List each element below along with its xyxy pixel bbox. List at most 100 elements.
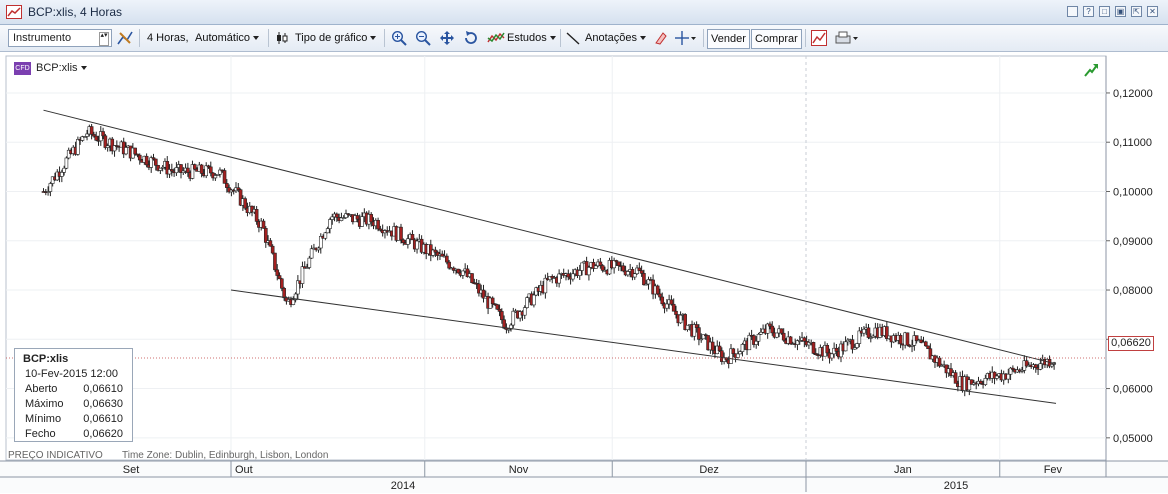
candle-body: [186, 167, 190, 173]
candle-body: [410, 234, 415, 241]
pan-icon[interactable]: [439, 30, 455, 50]
chart-app-icon: [6, 5, 22, 19]
candle-body: [208, 166, 213, 174]
candle-body: [273, 252, 277, 271]
candle-body: [571, 273, 575, 280]
price-chart[interactable]: 0,120000,110000,100000,090000,080000,070…: [0, 52, 1168, 494]
candle-body: [926, 345, 930, 350]
candle-body: [898, 335, 903, 345]
candle-body: [788, 336, 793, 345]
candle-body: [153, 158, 158, 166]
instrument-list-icon[interactable]: ▴▾: [99, 32, 109, 46]
candle-body: [642, 273, 646, 286]
zoom-in-icon[interactable]: [391, 30, 407, 50]
trend-up-icon: [1084, 64, 1098, 77]
candle-body: [598, 261, 603, 266]
candle-body: [843, 341, 848, 352]
candle-body: [740, 344, 745, 352]
maximize-icon[interactable]: □: [1099, 6, 1110, 17]
studies-icon: [487, 32, 505, 43]
candle-body: [983, 378, 988, 385]
candle-body: [461, 270, 465, 276]
candle-body: [76, 139, 80, 155]
float-icon[interactable]: ⇱: [1131, 6, 1142, 17]
eraser-icon[interactable]: [652, 30, 668, 50]
candle-body: [1033, 364, 1038, 368]
instrument-search-input[interactable]: Instrumento ▴▾: [8, 29, 112, 47]
zoom-out-icon[interactable]: [415, 30, 431, 50]
candle-body: [94, 135, 99, 141]
x-month-label: Fev: [1044, 464, 1063, 476]
x-month-label: Nov: [509, 464, 529, 476]
candle-body: [855, 343, 859, 348]
candle-body: [282, 287, 286, 299]
candle-body: [758, 331, 763, 335]
y-tick-label: 0,09000: [1113, 236, 1153, 248]
candle-body: [543, 277, 548, 294]
candle-body: [60, 172, 64, 177]
candle-body: [64, 157, 69, 169]
candle-body: [756, 333, 761, 342]
candle-body: [616, 261, 621, 266]
x-month-label: Set: [123, 464, 140, 476]
chart-instrument-label[interactable]: BCP:xlis: [36, 62, 87, 74]
ohlc-row-open: Aberto 0,06610: [25, 383, 123, 395]
candle-body: [781, 332, 786, 341]
ohlc-info-panel: BCP:xlis 10-Fev-2015 12:00 Aberto 0,06610…: [14, 348, 133, 442]
candlestick-icon: [277, 32, 288, 44]
candle-body: [490, 297, 495, 305]
sell-button[interactable]: Vender: [707, 29, 750, 49]
instrument-tools-icon[interactable]: [116, 29, 134, 49]
chart-type-menu[interactable]: Tipo de gráfico: [295, 28, 376, 48]
buy-button[interactable]: Comprar: [751, 29, 802, 49]
candle-body: [401, 239, 406, 244]
chart-area[interactable]: 0,120000,110000,100000,090000,080000,070…: [0, 52, 1168, 494]
candle-body: [369, 214, 374, 223]
candle-body: [779, 328, 784, 334]
candle-body: [174, 167, 179, 174]
candle-body: [204, 165, 209, 177]
candle-body: [399, 226, 403, 241]
candle-body: [639, 270, 644, 274]
ohlc-row-close: Fecho 0,06620: [25, 428, 123, 440]
candle-body: [330, 216, 335, 220]
candle-body: [406, 238, 410, 245]
candle-body: [497, 308, 502, 312]
candle-body: [862, 328, 866, 334]
chart-properties-icon[interactable]: [811, 30, 827, 50]
candle-body: [291, 299, 296, 305]
candle-body: [736, 353, 740, 358]
dock-icon[interactable]: ▣: [1115, 6, 1126, 17]
candle-body: [309, 248, 314, 259]
candle-body: [738, 351, 742, 355]
candle-body: [694, 324, 699, 328]
candle-body: [85, 133, 89, 137]
annotations-menu[interactable]: Anotações: [585, 28, 646, 48]
candle-body: [685, 324, 690, 330]
candle-body: [811, 342, 816, 354]
candle-body: [678, 314, 683, 324]
candle-body: [280, 278, 284, 289]
candle-body: [124, 147, 128, 155]
candle-body: [376, 220, 380, 230]
timeframe-selector[interactable]: 4 Horas,: [147, 28, 189, 48]
candle-body: [770, 325, 775, 334]
help-icon[interactable]: ?: [1083, 6, 1094, 17]
print-icon[interactable]: [835, 30, 859, 50]
candle-body: [525, 297, 529, 308]
candle-body: [866, 327, 871, 338]
restore-icon[interactable]: [1067, 6, 1078, 17]
y-tick-label: 0,06000: [1113, 384, 1153, 396]
reset-icon[interactable]: [463, 30, 479, 50]
candle-body: [254, 209, 259, 222]
mode-selector[interactable]: Automático: [195, 28, 259, 48]
ohlc-instrument: BCP:xlis: [23, 353, 69, 365]
studies-menu[interactable]: Estudos: [507, 28, 556, 48]
close-icon[interactable]: ✕: [1147, 6, 1158, 17]
candle-body: [669, 299, 674, 305]
crosshair-icon[interactable]: [674, 29, 696, 49]
candle-body: [1006, 373, 1011, 380]
y-tick-label: 0,05000: [1113, 433, 1153, 445]
candle-body: [1038, 363, 1043, 370]
candle-body: [261, 220, 266, 229]
